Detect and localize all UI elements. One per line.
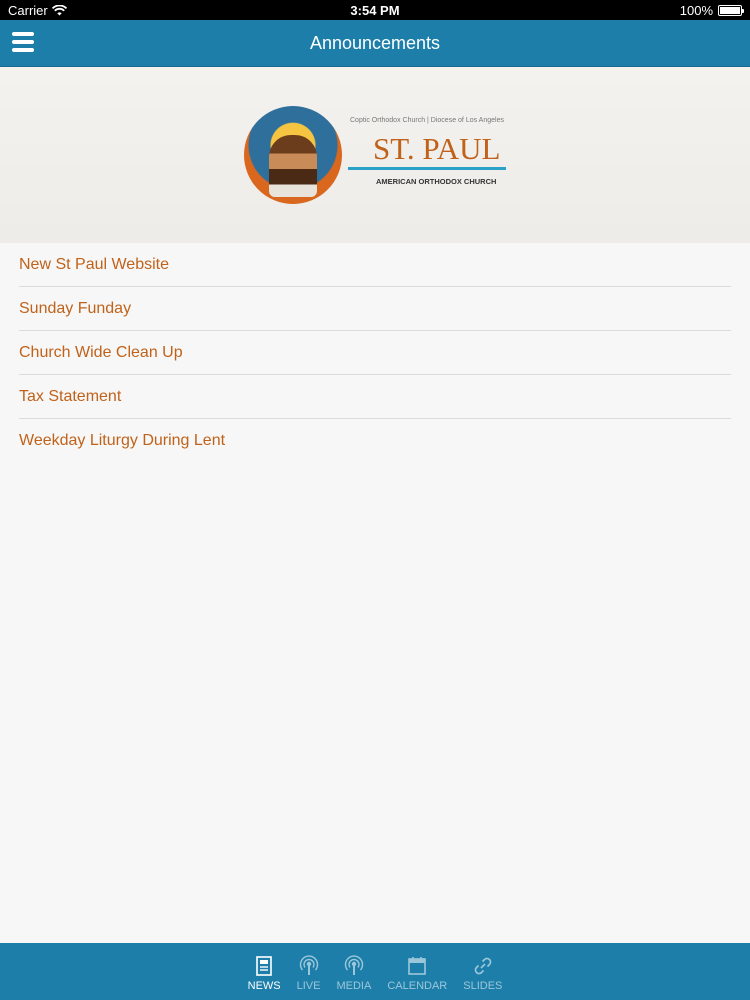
- announcement-item[interactable]: New St Paul Website: [19, 243, 731, 287]
- church-banner: Coptic Orthodox Church | Diocese of Los …: [0, 67, 750, 243]
- tab-bar: NEWS LIVE MEDIA CALENDAR SLIDES: [0, 943, 750, 1000]
- menu-button[interactable]: [12, 32, 34, 52]
- tab-label: MEDIA: [336, 980, 372, 992]
- saint-icon: [244, 106, 342, 204]
- banner-top-text: Coptic Orthodox Church | Diocese of Los …: [350, 117, 504, 124]
- podcast-icon: [299, 955, 318, 975]
- tab-label: SLIDES: [463, 980, 503, 992]
- tab-label: NEWS: [247, 980, 281, 992]
- tab-calendar[interactable]: CALENDAR: [379, 955, 455, 992]
- tab-slides[interactable]: SLIDES: [455, 955, 510, 992]
- banner-bottom-text: AMERICAN ORTHODOX CHURCH: [376, 177, 497, 186]
- calendar-icon: [408, 957, 427, 975]
- announcement-item[interactable]: Sunday Funday: [19, 287, 731, 331]
- tab-label: LIVE: [296, 980, 321, 992]
- news-icon: [256, 956, 272, 976]
- carrier-label: Carrier: [8, 2, 48, 18]
- battery-icon: [718, 4, 744, 16]
- tab-media[interactable]: MEDIA: [328, 955, 379, 992]
- link-icon: [474, 957, 492, 975]
- clock: 3:54 PM: [350, 2, 400, 18]
- tab-label: CALENDAR: [387, 980, 448, 992]
- battery-percent: 100%: [679, 2, 713, 18]
- announcement-item[interactable]: Tax Statement: [19, 375, 731, 419]
- navigation-bar: Announcements: [0, 20, 750, 67]
- announcement-item[interactable]: Weekday Liturgy During Lent: [19, 419, 731, 463]
- tab-news[interactable]: NEWS: [240, 955, 289, 992]
- page-title: Announcements: [309, 32, 441, 53]
- podcast-icon: [344, 955, 364, 975]
- banner-title: ST. PAUL: [373, 131, 501, 166]
- announcement-list: New St Paul Website Sunday Funday Church…: [0, 243, 750, 463]
- status-bar: Carrier 3:54 PM 100%: [0, 0, 750, 20]
- banner-divider: [348, 167, 506, 170]
- wifi-icon: [51, 4, 67, 15]
- announcement-item[interactable]: Church Wide Clean Up: [19, 331, 731, 375]
- tab-live[interactable]: LIVE: [289, 955, 329, 992]
